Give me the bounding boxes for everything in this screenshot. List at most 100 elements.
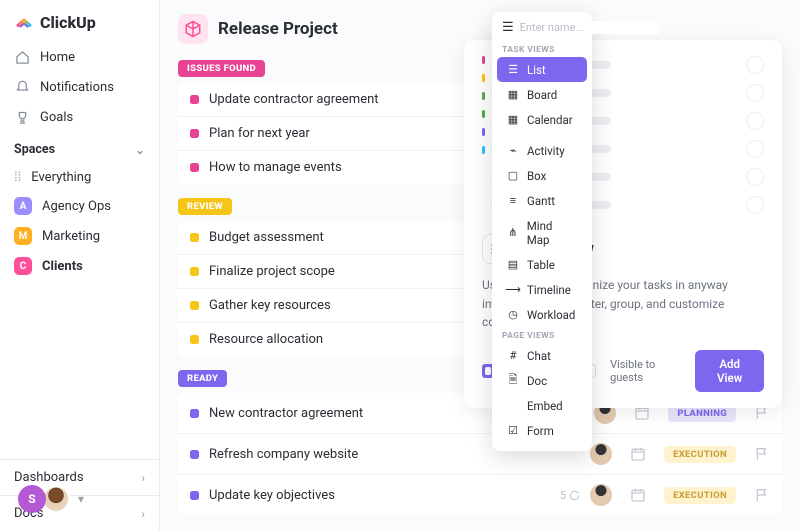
- space-label: Agency Ops: [42, 199, 111, 214]
- view-option-timeline[interactable]: ⟶ Timeline: [497, 277, 587, 302]
- space-label: Marketing: [42, 229, 100, 244]
- project-icon: [178, 14, 208, 44]
- status-square: [190, 409, 199, 418]
- bell-icon: [14, 79, 30, 95]
- view-option-embed[interactable]: Embed: [497, 393, 587, 418]
- embed-icon: [507, 400, 519, 412]
- chat-icon: #: [507, 350, 519, 362]
- status-square: [190, 491, 199, 500]
- brand-logo[interactable]: ClickUp: [0, 0, 159, 42]
- page-views-label: PAGE VIEWS: [492, 327, 592, 343]
- home-icon: [14, 49, 30, 65]
- space-color-badge: C: [14, 257, 32, 275]
- view-option-label: Workload: [527, 308, 575, 322]
- status-pill[interactable]: READY: [178, 370, 227, 387]
- brand-name: ClickUp: [40, 13, 96, 32]
- task-views-label: TASK VIEWS: [492, 41, 592, 57]
- flag-icon[interactable]: [754, 446, 770, 462]
- space-everything[interactable]: ⁞⁞ Everything: [0, 163, 159, 191]
- task-row[interactable]: Update key objectives 5 EXECUTION: [178, 475, 782, 515]
- add-view-button[interactable]: Add View: [695, 350, 764, 392]
- calendar-icon[interactable]: [630, 487, 646, 503]
- task-row[interactable]: Refresh company website EXECUTION: [178, 434, 782, 475]
- box-icon: ▢: [507, 170, 519, 182]
- view-option-label: Board: [527, 88, 557, 102]
- view-option-gantt[interactable]: ≡ Gantt: [497, 188, 587, 213]
- status-square: [190, 95, 199, 104]
- view-name-input[interactable]: [520, 21, 660, 34]
- space-label: Clients: [42, 259, 83, 274]
- list-icon: ☰: [507, 64, 519, 76]
- status-pill[interactable]: ISSUES FOUND: [178, 60, 265, 77]
- view-option-label: Box: [527, 169, 546, 183]
- project-title: Release Project: [218, 19, 338, 39]
- view-option-label: Gantt: [527, 194, 555, 208]
- gantt-icon: ≡: [507, 195, 519, 207]
- view-option-list[interactable]: ☰ List: [497, 57, 587, 82]
- status-square: [190, 233, 199, 242]
- sidebar: ClickUp Home Notifications Goals Spaces …: [0, 0, 160, 531]
- view-option-label: Timeline: [527, 283, 571, 297]
- table-icon: ▤: [507, 259, 519, 271]
- view-option-doc[interactable]: 🗎 Doc: [497, 368, 587, 393]
- view-option-label: Embed: [527, 399, 563, 413]
- view-option-activity[interactable]: ⌁ Activity: [497, 138, 587, 163]
- assignee-avatar[interactable]: [590, 484, 612, 506]
- view-option-chat[interactable]: # Chat: [497, 343, 587, 368]
- view-option-form[interactable]: ☑ Form: [497, 418, 587, 443]
- view-option-label: Doc: [527, 374, 547, 388]
- task-list: New contractor agreement PLANNING Refres…: [178, 393, 782, 515]
- activity-icon: ⌁: [507, 145, 519, 157]
- nav-goals[interactable]: Goals: [0, 102, 159, 132]
- doc-icon: 🗎: [507, 375, 519, 387]
- list-icon: ☰: [502, 20, 514, 35]
- view-option-mind-map[interactable]: ⋔Mind Map: [497, 213, 587, 252]
- user-initial-avatar: S: [18, 485, 46, 513]
- space-item-agency-ops[interactable]: A Agency Ops: [0, 191, 159, 221]
- workload-icon: ◷: [507, 309, 519, 321]
- calendar-icon[interactable]: [630, 446, 646, 462]
- space-item-marketing[interactable]: M Marketing: [0, 221, 159, 251]
- stage-pill[interactable]: EXECUTION: [664, 487, 736, 504]
- user-avatar-stack[interactable]: S ▾: [18, 485, 84, 513]
- status-square: [190, 267, 199, 276]
- visible-guests-label: Visible to guests: [610, 358, 681, 384]
- form-icon: ☑: [507, 425, 519, 437]
- view-option-label: Chat: [527, 349, 551, 363]
- status-square: [190, 335, 199, 344]
- status-pill[interactable]: REVIEW: [178, 198, 232, 215]
- view-option-label: List: [527, 63, 546, 77]
- view-option-label: Activity: [527, 144, 565, 158]
- nav-home[interactable]: Home: [0, 42, 159, 72]
- assignee-avatar[interactable]: [590, 443, 612, 465]
- flag-icon[interactable]: [754, 487, 770, 503]
- status-square: [190, 163, 199, 172]
- space-color-badge: M: [14, 227, 32, 245]
- view-option-board[interactable]: ▦ Board: [497, 82, 587, 107]
- nav-notifications[interactable]: Notifications: [0, 72, 159, 102]
- timeline-icon: ⟶: [507, 284, 519, 296]
- grid-icon: ⁞⁞: [14, 169, 21, 185]
- board-icon: ▦: [507, 89, 519, 101]
- chevron-down-icon: ⌄: [135, 143, 145, 157]
- user-photo-avatar: [42, 485, 70, 513]
- space-color-badge: A: [14, 197, 32, 215]
- status-square: [190, 129, 199, 138]
- view-option-table[interactable]: ▤ Table: [497, 252, 587, 277]
- view-option-calendar[interactable]: ▦Calendar: [497, 107, 587, 132]
- chevron-right-icon: ›: [141, 507, 145, 521]
- view-option-box[interactable]: ▢ Box: [497, 163, 587, 188]
- chevron-right-icon: ›: [141, 471, 145, 485]
- status-square: [190, 450, 199, 459]
- view-option-workload[interactable]: ◷ Workload: [497, 302, 587, 327]
- view-option-label: Mind Map: [527, 219, 577, 247]
- view-option-label: Table: [527, 258, 555, 272]
- spaces-header[interactable]: Spaces ⌄: [0, 132, 159, 163]
- subtask-count: 5: [560, 489, 580, 502]
- status-square: [190, 301, 199, 310]
- space-item-clients[interactable]: C Clients: [0, 251, 159, 281]
- stage-pill[interactable]: EXECUTION: [664, 446, 736, 463]
- clickup-logo-icon: [14, 12, 34, 32]
- view-picker-dropdown: ☰ TASK VIEWS ☰ List ▦ Board ▦Calendar ⌁ Activ…: [492, 12, 592, 451]
- view-option-label: Form: [527, 424, 554, 438]
